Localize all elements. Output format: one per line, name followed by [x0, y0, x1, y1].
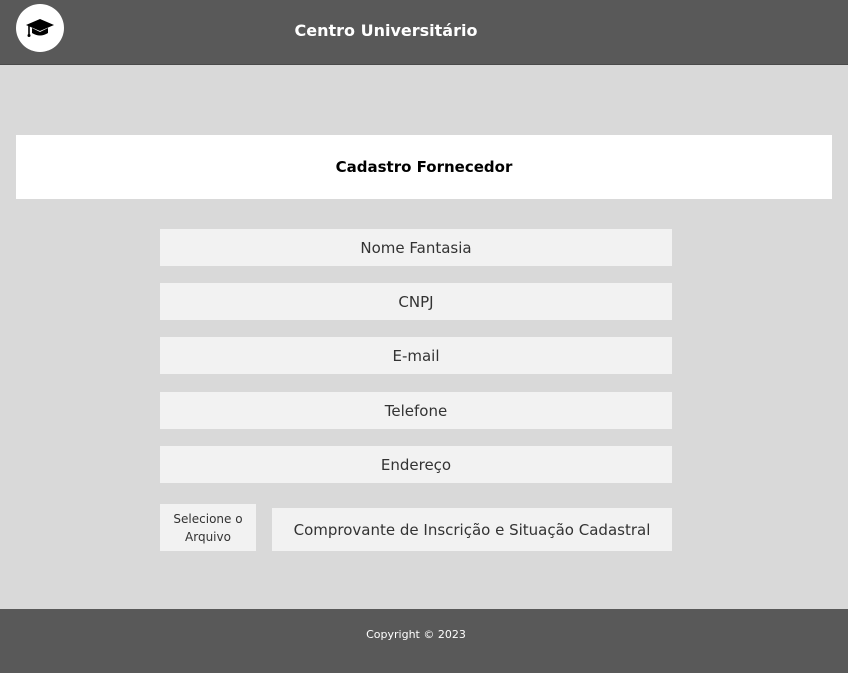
form-title: Cadastro Fornecedor [16, 135, 832, 199]
select-file-button-label: Selecione o Arquivo [173, 511, 243, 544]
app-title: Centro Universitário [294, 20, 478, 40]
file-description-label: Comprovante de Inscrição e Situação Cada… [272, 508, 672, 551]
email-input[interactable] [160, 337, 672, 374]
endereco-input[interactable] [160, 446, 672, 483]
nome-fantasia-input[interactable] [160, 229, 672, 266]
telefone-input[interactable] [160, 392, 672, 429]
copyright-text: Copyright © 2023 [366, 627, 466, 641]
select-file-button[interactable]: Selecione o Arquivo [160, 504, 256, 551]
header: Centro Universitário [0, 0, 848, 65]
cnpj-input[interactable] [160, 283, 672, 320]
footer: Copyright © 2023 [0, 609, 848, 673]
